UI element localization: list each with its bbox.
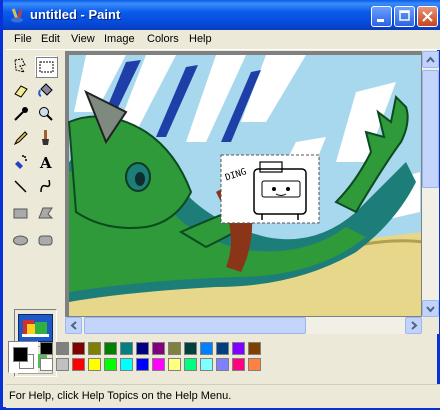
status-bar: For Help, click Help Topics on the Help …: [6, 384, 440, 408]
palette-swatch[interactable]: [168, 342, 181, 355]
scroll-left-button[interactable]: [65, 317, 82, 334]
paint-app-icon: [11, 8, 23, 23]
airbrush-icon: [15, 155, 27, 169]
brush-tool[interactable]: [35, 128, 58, 150]
palette-swatch[interactable]: [56, 358, 69, 371]
free-form-select-tool[interactable]: [10, 56, 33, 78]
select-icon: [39, 61, 54, 73]
close-icon: [422, 11, 433, 22]
curve-icon: [40, 179, 51, 193]
palette-swatch[interactable]: [40, 342, 53, 355]
text-tool[interactable]: A: [35, 152, 58, 174]
close-button[interactable]: [417, 6, 438, 27]
palette-swatch[interactable]: [120, 358, 133, 371]
ellipse-tool[interactable]: [10, 230, 33, 252]
eraser-tool[interactable]: [10, 80, 33, 102]
line-icon: [14, 180, 27, 193]
palette-swatch[interactable]: [184, 358, 197, 371]
pick-color-tool[interactable]: [10, 104, 33, 126]
palette-swatch[interactable]: [184, 342, 197, 355]
foreground-color-swatch: [13, 347, 28, 362]
status-text: For Help, click Help Topics on the Help …: [9, 390, 232, 402]
scroll-up-button[interactable]: [422, 51, 439, 68]
magnifier-tool[interactable]: [35, 104, 58, 126]
maximize-button[interactable]: [394, 6, 415, 27]
line-tool[interactable]: [10, 176, 33, 198]
palette-swatch[interactable]: [72, 358, 85, 371]
canvas-frame: DING: [65, 51, 422, 317]
horizontal-scrollbar[interactable]: [65, 317, 422, 334]
pick-color-icon: [14, 107, 28, 121]
airbrush-tool[interactable]: [10, 152, 33, 174]
window-title: untitled - Paint: [30, 7, 121, 22]
menu-file[interactable]: File: [14, 33, 32, 45]
palette-swatch[interactable]: [248, 358, 261, 371]
arrow-right-icon: [411, 321, 418, 330]
palette-swatch[interactable]: [232, 342, 245, 355]
menu-image[interactable]: Image: [104, 33, 135, 45]
palette-swatch[interactable]: [216, 342, 229, 355]
ellipse-icon: [13, 235, 28, 246]
palette-swatch[interactable]: [216, 358, 229, 371]
vertical-scroll-thumb[interactable]: [422, 70, 439, 188]
minimize-button[interactable]: [371, 6, 392, 27]
palette-swatch[interactable]: [200, 342, 213, 355]
palette-swatch[interactable]: [152, 358, 165, 371]
title-bar[interactable]: untitled - Paint: [3, 0, 440, 30]
arrow-up-icon: [426, 56, 435, 63]
free-form-select-icon: [14, 58, 26, 73]
pencil-icon: [13, 131, 28, 146]
text-icon: A: [39, 154, 52, 172]
palette-swatch[interactable]: [88, 342, 101, 355]
vertical-scrollbar[interactable]: [422, 51, 439, 317]
fill-tool[interactable]: [35, 80, 58, 102]
horizontal-scroll-thumb[interactable]: [84, 317, 306, 334]
palette-swatch[interactable]: [56, 342, 69, 355]
paint-window: untitled - Paint File Edit View Image Co…: [0, 0, 440, 410]
curve-tool[interactable]: [35, 176, 58, 198]
current-colors[interactable]: [8, 341, 38, 373]
palette-swatch[interactable]: [120, 342, 133, 355]
drawing-canvas[interactable]: DING: [66, 52, 422, 317]
rounded-rectangle-icon: [38, 235, 53, 246]
menu-help[interactable]: Help: [189, 33, 212, 45]
magnifier-icon: [39, 107, 53, 121]
color-palette: [6, 337, 440, 383]
menu-bar: File Edit View Image Colors Help: [6, 30, 440, 50]
fill-icon: [38, 83, 53, 97]
brush-icon: [42, 130, 49, 145]
rectangle-icon: [13, 208, 28, 219]
scroll-down-button[interactable]: [422, 300, 439, 317]
scroll-right-button[interactable]: [405, 317, 422, 334]
palette-swatch[interactable]: [232, 358, 245, 371]
polygon-icon: [38, 207, 54, 219]
menu-view[interactable]: View: [71, 33, 95, 45]
svg-text:A: A: [39, 154, 52, 172]
select-tool[interactable]: [35, 56, 58, 78]
palette-swatch[interactable]: [104, 342, 117, 355]
palette-swatch[interactable]: [248, 342, 261, 355]
palette-swatch[interactable]: [72, 342, 85, 355]
arrow-left-icon: [70, 321, 77, 330]
eraser-icon: [14, 85, 28, 98]
palette-swatch[interactable]: [40, 358, 53, 371]
palette-swatch[interactable]: [104, 358, 117, 371]
pencil-tool[interactable]: [10, 128, 33, 150]
polygon-tool[interactable]: [35, 203, 58, 225]
palette-swatch[interactable]: [136, 342, 149, 355]
palette-swatch[interactable]: [168, 358, 181, 371]
palette-swatch[interactable]: [152, 342, 165, 355]
palette-swatch[interactable]: [136, 358, 149, 371]
maximize-icon: [399, 10, 410, 21]
palette-swatch[interactable]: [200, 358, 213, 371]
menu-edit[interactable]: Edit: [41, 33, 60, 45]
minimize-icon: [377, 19, 384, 22]
arrow-down-icon: [426, 306, 435, 313]
palette-swatch[interactable]: [88, 358, 101, 371]
rectangle-tool[interactable]: [10, 203, 33, 225]
menu-colors[interactable]: Colors: [147, 33, 179, 45]
toolbox: A: [6, 51, 63, 377]
rounded-rectangle-tool[interactable]: [35, 230, 58, 252]
scroll-corner: [422, 317, 439, 334]
